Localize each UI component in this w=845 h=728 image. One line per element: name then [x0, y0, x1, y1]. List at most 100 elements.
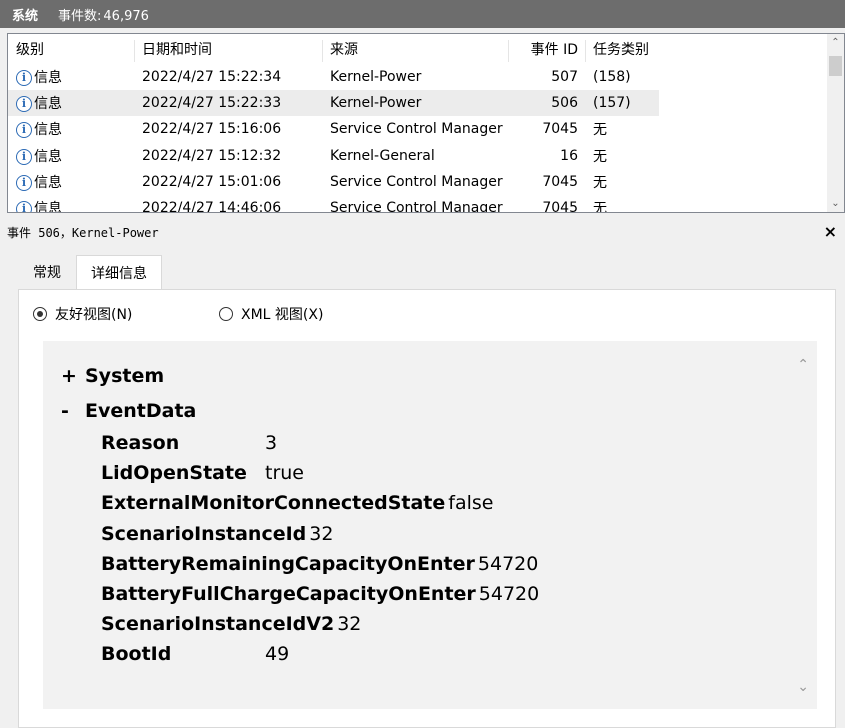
field-key: ScenarioInstanceId [101, 522, 307, 545]
source-cell: Kernel-General [330, 147, 435, 164]
event-detail-title: 事件 506，Kernel-Power [7, 225, 159, 240]
scroll-down-icon[interactable]: ⌄ [827, 198, 844, 209]
event-count-label: 事件数: [58, 8, 102, 24]
event-id-cell: 7045 [542, 200, 578, 213]
field-value: 49 [265, 643, 290, 666]
info-icon: i [16, 201, 32, 212]
friendly-view-label: 友好视图(N) [55, 307, 133, 323]
system-node[interactable]: + System [61, 365, 164, 387]
friendly-view-radio[interactable] [33, 307, 47, 321]
event-data-field: ScenarioInstanceId 32 [101, 523, 333, 545]
scrollbar-thumb[interactable] [829, 56, 842, 76]
field-value: true [265, 462, 304, 485]
level-cell: i 信息 [16, 198, 62, 213]
column-header-level[interactable]: 级别 [16, 39, 44, 59]
datetime-cell: 2022/4/27 15:16:06 [142, 121, 282, 138]
source-cell: Service Control Manager [330, 121, 503, 138]
level-text: 信息 [34, 174, 62, 191]
event-data-field: ExternalMonitorConnectedState false [101, 492, 493, 514]
collapse-toggle[interactable]: - [61, 400, 85, 422]
details-tab-panel: 友好视图(N) XML 视图(X) + System - EventData Rea… [18, 289, 836, 728]
category-cell: 无 [593, 174, 607, 191]
event-data-field: BootId 49 [101, 643, 289, 665]
xml-view-label: XML 视图(X) [241, 307, 324, 323]
event-id-cell: 507 [551, 69, 578, 85]
tab-details[interactable]: 详细信息 [76, 255, 162, 290]
eventdata-node[interactable]: - EventData [61, 400, 196, 422]
event-id-cell: 7045 [542, 121, 578, 138]
event-data-field: ScenarioInstanceIdV2 32 [101, 613, 361, 635]
field-key: ScenarioInstanceIdV2 [101, 613, 335, 636]
level-text: 信息 [34, 70, 62, 86]
event-id-cell: 7045 [542, 173, 578, 190]
event-list[interactable]: 级别 日期和时间 来源 事件 ID 任务类别 i 信息 2022/4/27 15:2… [7, 33, 845, 213]
info-icon: i [16, 148, 32, 165]
column-header-category[interactable]: 任务类别 [593, 39, 649, 59]
field-key: Reason [101, 432, 180, 454]
level-cell: i 信息 [16, 172, 62, 192]
info-icon: i [16, 70, 32, 86]
scroll-up-icon[interactable]: ⌃ [827, 37, 844, 48]
event-data-field: LidOpenState true [101, 462, 304, 484]
category-cell: (157) [593, 95, 631, 112]
event-count-value: 46,976 [103, 8, 149, 24]
source-cell: Kernel-Power [330, 69, 422, 85]
datetime-cell: 2022/4/27 15:01:06 [142, 173, 282, 190]
source-cell: Kernel-Power [330, 95, 422, 112]
friendly-view-content: + System - EventData Reason 3 LidOpenState tr… [43, 341, 817, 709]
level-cell: i 信息 [16, 146, 62, 166]
level-text: 信息 [34, 148, 62, 165]
system-label: System [85, 365, 165, 387]
xml-view-option[interactable]: XML 视图(X) [219, 304, 323, 324]
column-header-event-id[interactable]: 事件 ID [508, 39, 578, 59]
level-cell: i 信息 [16, 93, 62, 113]
category-cell: 无 [593, 122, 607, 139]
column-header-datetime[interactable]: 日期和时间 [142, 39, 212, 59]
field-key: BatteryRemainingCapacityOnEnter [101, 552, 475, 575]
datetime-cell: 2022/4/27 15:22:34 [142, 69, 282, 85]
category-cell: 无 [593, 201, 607, 213]
level-text: 信息 [34, 96, 62, 113]
level-cell: i 信息 [16, 119, 62, 139]
expand-toggle[interactable]: + [61, 365, 85, 387]
field-value: 32 [309, 522, 334, 545]
datetime-cell: 2022/4/27 15:12:32 [142, 147, 282, 164]
table-row[interactable]: i 信息 2022/4/27 15:22:33 Kernel-Power 506 (157… [8, 90, 659, 117]
column-header-source[interactable]: 来源 [330, 39, 358, 59]
event-count: 事件数: 46,976 [56, 5, 149, 24]
title-bar: 系统 事件数: 46,976 [0, 0, 845, 28]
field-value: 54720 [477, 552, 539, 575]
source-cell: Service Control Manager [330, 173, 503, 190]
info-icon: i [16, 122, 32, 139]
category-cell: (158) [593, 69, 631, 85]
level-text: 信息 [34, 201, 62, 213]
info-icon: i [16, 174, 32, 191]
chevron-down-icon[interactable]: ⌄ [797, 679, 809, 695]
info-icon: i [16, 96, 32, 113]
field-key: ExternalMonitorConnectedState [101, 492, 446, 515]
field-key: LidOpenState [101, 462, 247, 485]
source-cell: Service Control Manager [330, 200, 503, 213]
field-value: 54720 [478, 583, 540, 605]
event-id-cell: 506 [551, 95, 578, 112]
event-data-field: BatteryRemainingCapacityOnEnter 54720 [101, 553, 538, 575]
tab-general[interactable]: 常规 [18, 257, 76, 287]
eventdata-label: EventData [85, 400, 197, 422]
field-value: 3 [265, 432, 278, 454]
friendly-view-option[interactable]: 友好视图(N) [33, 304, 132, 324]
close-icon[interactable]: × [824, 222, 837, 241]
list-scrollbar[interactable]: ⌃ ⌄ [827, 34, 844, 212]
field-key: BootId [101, 643, 172, 666]
xml-view-radio[interactable] [219, 307, 233, 321]
field-key: BatteryFullChargeCapacityOnEnter [101, 583, 476, 605]
chevron-up-icon[interactable]: ⌃ [797, 357, 809, 373]
list-header: 级别 日期和时间 来源 事件 ID 任务类别 [8, 36, 826, 62]
event-id-cell: 16 [560, 147, 578, 164]
datetime-cell: 2022/4/27 14:46:06 [142, 200, 282, 213]
datetime-cell: 2022/4/27 15:22:33 [142, 95, 282, 112]
event-data-field: BatteryFullChargeCapacityOnEnter 54720 [101, 583, 539, 605]
level-cell: i 信息 [16, 67, 62, 87]
field-value: 32 [337, 613, 362, 636]
log-title: 系统 [12, 8, 39, 24]
field-value: false [448, 492, 494, 515]
